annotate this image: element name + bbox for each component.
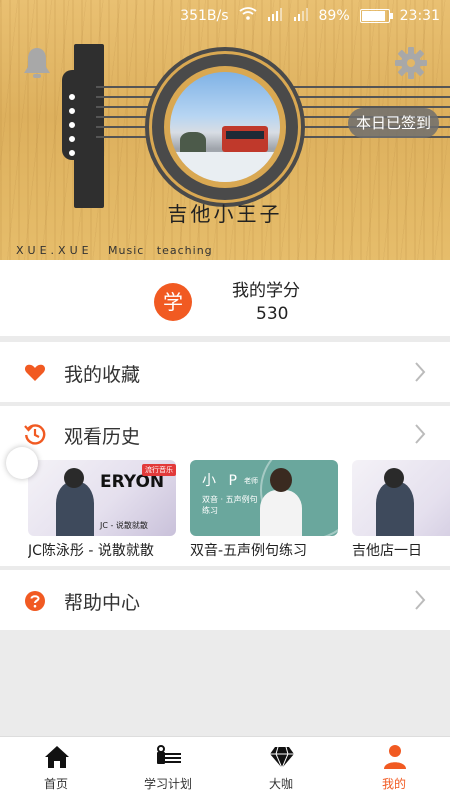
chevron-right-icon [415, 362, 426, 382]
heart-icon [24, 364, 46, 381]
thumbnail-caption: 双音 · 五声例句练习 [202, 495, 258, 515]
tab-label: 我的 [381, 777, 406, 791]
tuning-peg [67, 120, 77, 130]
history-card-title: JC陈泳彤 - 说散就散 [28, 543, 154, 559]
thumbnail-caption: JC - 说散就散 [100, 521, 148, 530]
scroll-handle[interactable] [6, 447, 38, 479]
credit-label: 我的学分 [232, 281, 300, 301]
tab-home[interactable]: 首页 [0, 737, 112, 800]
tab-label: 学习计划 [143, 777, 192, 791]
thumbnail-figure-head [270, 468, 292, 492]
battery-percent: 89% [318, 8, 350, 24]
thumbnail-tag: 老师 [244, 477, 258, 485]
history-icon [24, 424, 46, 445]
network-speed: 351B/s [180, 8, 229, 24]
brand-logo-text: XUE.XUE [16, 244, 93, 257]
tuning-peg [67, 92, 77, 102]
brand-tagline: Music teaching [108, 244, 213, 257]
battery-fill [361, 11, 385, 21]
history-card[interactable]: 小 P 老师 双音 · 五声例句练习 双音-五声例句练习 [190, 460, 338, 566]
menu-item-help[interactable]: 帮助中心 [0, 570, 450, 630]
tab-label: 大咖 [268, 777, 293, 791]
video-thumbnail[interactable]: ERYON 流行音乐 JC - 说散就散 [28, 460, 176, 536]
profile-header: 351B/s 89% 23:31 本日已签到 吉他小王子 XUE.XUE Mus… [0, 0, 450, 260]
tab-masters[interactable]: 大咖 [225, 737, 337, 800]
menu-item-history[interactable]: 观看历史 [0, 406, 450, 462]
clock: 23:31 [399, 8, 440, 24]
thumbnail-figure [56, 482, 94, 536]
history-list[interactable]: ERYON 流行音乐 JC - 说散就散 JC陈泳彤 - 说散就散 小 P 老师… [0, 460, 450, 566]
menu-label-help: 帮助中心 [64, 592, 141, 614]
chevron-right-icon [415, 424, 426, 444]
battery-icon [359, 9, 393, 23]
help-icon [25, 591, 45, 611]
thumbnail-title: 小 P [202, 473, 241, 489]
thumbnail-figure-head [64, 468, 84, 488]
signal-icon-2 [293, 7, 309, 25]
history-card-title: 吉他店一日 [352, 543, 422, 559]
tuning-peg [67, 106, 77, 116]
home-icon [45, 746, 69, 768]
video-thumbnail[interactable]: 小 P 老师 双音 · 五声例句练习 [190, 460, 338, 536]
menu-item-favorites[interactable]: 我的收藏 [0, 342, 450, 402]
history-card[interactable]: 吉他店一日 [352, 460, 450, 566]
tuning-peg [67, 148, 77, 158]
checkin-badge[interactable]: 本日已签到 [348, 108, 440, 138]
avatar[interactable] [170, 72, 280, 182]
tab-study-plan[interactable]: 学习计划 [112, 737, 224, 800]
status-bar: 351B/s 89% 23:31 [0, 0, 450, 32]
credit-value: 530 [256, 304, 289, 324]
gear-icon[interactable] [394, 46, 428, 80]
signal-icon [267, 7, 283, 25]
diamond-icon [270, 746, 294, 769]
history-card[interactable]: ERYON 流行音乐 JC - 说散就散 JC陈泳彤 - 说散就散 [28, 460, 176, 566]
history-card-title: 双音-五声例句练习 [190, 543, 308, 559]
thumbnail-figure-head [384, 468, 404, 488]
bottom-tab-bar: 首页 学习计划 大咖 我的 [0, 736, 450, 800]
thumbnail-tag: 流行音乐 [142, 464, 176, 476]
credits-section [0, 260, 450, 336]
thumbnail-figure [376, 482, 414, 536]
tuning-peg [67, 134, 77, 144]
credit-badge-icon: 学 [154, 283, 192, 321]
bell-icon[interactable] [22, 46, 52, 80]
menu-label-history: 观看历史 [64, 426, 141, 448]
video-thumbnail[interactable] [352, 460, 450, 536]
username: 吉他小王子 [167, 202, 283, 226]
menu-label-favorites: 我的收藏 [64, 364, 141, 386]
guitar-icon [157, 745, 181, 764]
thumbnail-figure [260, 490, 302, 536]
wifi-icon [238, 7, 257, 25]
tab-me[interactable]: 我的 [338, 737, 450, 800]
tab-label: 首页 [43, 777, 68, 791]
chevron-right-icon [415, 590, 426, 610]
person-icon [384, 745, 406, 769]
